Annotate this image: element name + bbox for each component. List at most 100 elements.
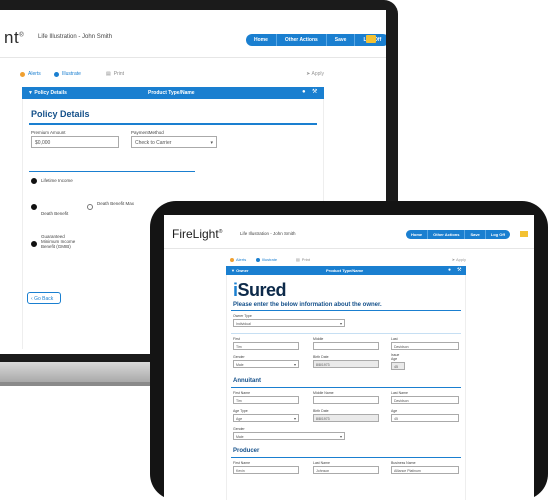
tablet-screen: FireLight® Life Illustration - John Smit…	[164, 215, 534, 500]
owner-type-select[interactable]: Individual ▾	[233, 319, 345, 327]
tablet-section-bar-left-label: Owner	[236, 268, 249, 273]
owner-gender-select[interactable]: Male ▾	[233, 360, 299, 368]
print-icon: ▤	[296, 257, 300, 262]
go-back-label: Go Back	[34, 296, 54, 302]
producer-last-label: Last Name	[313, 461, 330, 465]
annuitant-middle-input[interactable]	[313, 396, 379, 404]
annuitant-gender-select[interactable]: Male ▾	[233, 432, 345, 440]
alert-icon	[230, 257, 234, 262]
mail-icon[interactable]	[366, 35, 376, 43]
owner-first-input[interactable]: Tim	[233, 342, 299, 350]
tablet-other-actions-button[interactable]: Other Actions	[428, 230, 466, 239]
laptop-product-type: Product Type/Name	[148, 90, 195, 96]
annuitant-dob-label: Birth Date	[313, 409, 329, 413]
tablet-logo-mark: ®	[218, 229, 223, 235]
wrench-icon[interactable]: ⚒	[312, 89, 318, 95]
owner-type-value: Individual	[236, 321, 251, 326]
tablet-tab-print[interactable]: ▤ Print	[296, 257, 310, 262]
laptop-tab-illustrate[interactable]: Illustrate	[54, 71, 81, 77]
annuitant-agetype-select[interactable]: Age ▾	[233, 414, 299, 422]
tablet-device: FireLight® Life Illustration - John Smit…	[150, 201, 548, 500]
chevron-down-icon: ▾	[210, 140, 213, 146]
chat-icon[interactable]: ●	[302, 89, 308, 95]
premium-amount-label: Premium Amount	[31, 130, 66, 135]
annuitant-middle-label: Middle Name	[313, 391, 334, 395]
owner-type-label: Owner Type	[233, 314, 252, 318]
owner-issue-age-input[interactable]: 45	[391, 362, 405, 370]
tablet-action-tabs: Alerts Illustrate ▤ Print ➤ Apply	[226, 255, 466, 265]
annuitant-last-input[interactable]: Davidson	[391, 396, 459, 404]
annuitant-first-input[interactable]: Tim	[233, 396, 299, 404]
laptop-tab-illustrate-label: Illustrate	[62, 71, 81, 77]
laptop-tab-alerts[interactable]: Alerts	[20, 71, 41, 77]
send-icon: ➤	[306, 71, 311, 77]
illustrate-icon	[256, 257, 260, 262]
laptop-save-button[interactable]: Save	[327, 34, 356, 46]
radio-lifetime-income[interactable]	[31, 178, 37, 184]
tablet-tab-illustrate-label: Illustrate	[262, 257, 278, 262]
annuitant-age-input[interactable]: 45	[391, 414, 459, 422]
tablet-tab-alerts-label: Alerts	[236, 257, 247, 262]
annuitant-gender-label: Gender	[233, 427, 245, 431]
tablet-product-type: Product Type/Name	[326, 268, 364, 273]
tablet-tab-illustrate[interactable]: Illustrate	[256, 257, 277, 262]
tablet-nav-buttons: Home Other Actions Save Log Off	[406, 230, 510, 239]
laptop-tab-apply[interactable]: ➤ Apply	[306, 71, 324, 77]
firelight-logo: FireLight®	[172, 227, 222, 241]
tablet-tab-apply[interactable]: ➤ Apply	[452, 257, 466, 262]
producer-first-input[interactable]: Kevin	[233, 466, 299, 474]
owner-middle-label: Middle	[313, 337, 324, 341]
producer-last-input[interactable]: Johnson	[313, 466, 379, 474]
tablet-section-bar: ▼ Owner Product Type/Name ● ⚒	[226, 266, 466, 275]
tablet-log-off-button[interactable]: Log Off	[486, 230, 510, 239]
laptop-section-bar-left[interactable]: ▼ Policy Details	[28, 90, 67, 96]
payment-method-select[interactable]: Check to Carrier ▾	[131, 136, 217, 148]
annuitant-age-label: Age	[391, 409, 398, 413]
tablet-section-bar-left[interactable]: ▼ Owner	[231, 268, 249, 273]
tablet-save-button[interactable]: Save	[465, 230, 486, 239]
producer-business-label: Business Name	[391, 461, 416, 465]
tablet-tab-alerts[interactable]: Alerts	[230, 257, 246, 262]
annuitant-agetype-value: Age	[236, 416, 243, 421]
chevron-down-icon: ▾	[293, 416, 296, 421]
illustrate-icon	[54, 71, 59, 77]
isured-logo: iSured	[233, 280, 287, 301]
producer-first-label: First Name	[233, 461, 251, 465]
radio-death-benefit-max[interactable]	[87, 204, 93, 210]
go-back-button[interactable]: ‹ Go Back	[27, 292, 61, 304]
chevron-down-icon: ▾	[339, 434, 342, 439]
wrench-icon[interactable]: ⚒	[457, 267, 461, 273]
laptop-tab-print-label: Print	[113, 71, 125, 77]
owner-row-divider	[231, 333, 461, 334]
annuitant-dob-input[interactable]: 8/8/1973	[313, 414, 379, 422]
annuitant-divider	[231, 387, 461, 388]
chat-icon[interactable]: ●	[448, 267, 451, 273]
tablet-header: FireLight® Life Illustration - John Smit…	[164, 215, 534, 249]
annuitant-agetype-label: Age Type	[233, 409, 248, 413]
tablet-tab-apply-label: Apply	[455, 257, 466, 262]
death-benefit-label: Death Benefit	[41, 211, 69, 216]
laptop-tab-alerts-label: Alerts	[28, 71, 41, 77]
owner-last-input[interactable]: Davidson	[391, 342, 459, 350]
laptop-home-button[interactable]: Home	[246, 34, 277, 46]
laptop-logo: nt®	[4, 28, 24, 48]
laptop-page-title: Policy Details	[31, 109, 90, 119]
laptop-other-actions-button[interactable]: Other Actions	[277, 34, 327, 46]
laptop-tab-print[interactable]: ▤ Print	[106, 71, 124, 77]
producer-business-input[interactable]: Alliance Platinum	[391, 466, 459, 474]
radio-gmib[interactable]	[31, 241, 37, 247]
owner-issue-age-label: Issue Age	[391, 353, 400, 361]
owner-gender-value: Male	[236, 362, 244, 367]
owner-dob-input[interactable]: 8/8/1973	[313, 360, 379, 368]
radio-death-benefit[interactable]	[31, 204, 37, 210]
producer-divider	[231, 457, 461, 458]
tablet-home-button[interactable]: Home	[406, 230, 429, 239]
print-icon: ▤	[106, 71, 111, 77]
laptop-options-divider	[29, 171, 195, 172]
death-benefit-max-label: Death Benefit Max	[97, 201, 135, 206]
premium-amount-input[interactable]: $0,000	[31, 136, 119, 148]
payment-method-value: Check to Carrier	[135, 140, 172, 146]
mail-icon[interactable]	[520, 231, 528, 237]
laptop-tab-apply-label: Apply	[311, 71, 324, 77]
owner-middle-input[interactable]	[313, 342, 379, 350]
